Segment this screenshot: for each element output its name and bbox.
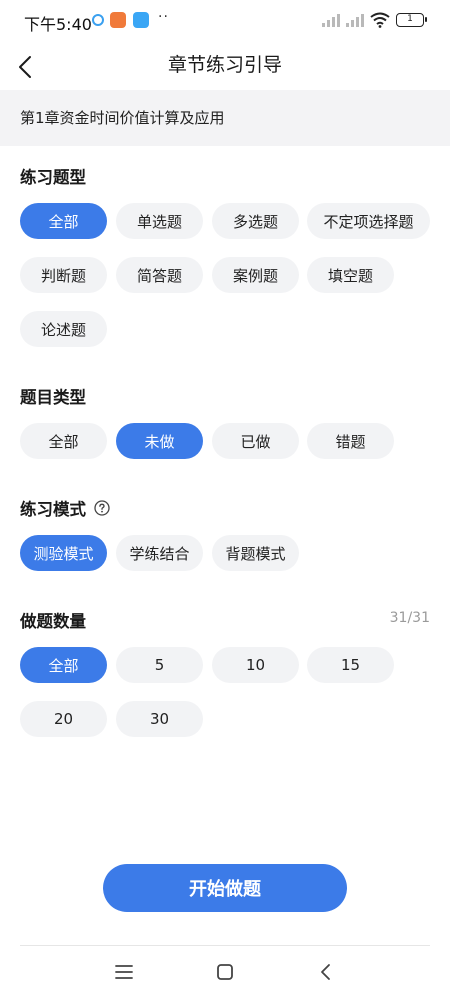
section-label: 练习模式 bbox=[20, 500, 86, 519]
app-notification-icon bbox=[110, 12, 126, 28]
status-bar: 下午5:40 ·· 1 bbox=[0, 0, 450, 44]
nav-divider bbox=[20, 945, 430, 946]
signal-icon bbox=[322, 13, 340, 27]
chip-count-15[interactable]: 15 bbox=[307, 647, 394, 683]
question-count-indicator: 31/31 bbox=[389, 610, 430, 626]
chip-count-5[interactable]: 5 bbox=[116, 647, 203, 683]
battery-icon: 1 bbox=[396, 13, 427, 27]
header: 章节练习引导 bbox=[0, 44, 450, 90]
signal-icon bbox=[346, 13, 364, 27]
chip-count-20[interactable]: 20 bbox=[20, 701, 107, 737]
home-icon[interactable] bbox=[215, 962, 235, 982]
chip-question-type-judgment[interactable]: 判断题 bbox=[20, 257, 107, 293]
chip-mode-quiz[interactable]: 测验模式 bbox=[20, 535, 107, 571]
chip-status-done[interactable]: 已做 bbox=[212, 423, 299, 459]
question-circle-icon[interactable] bbox=[94, 500, 110, 516]
page-title: 章节练习引导 bbox=[167, 54, 282, 76]
section-title-question-status: 题目类型 bbox=[20, 384, 86, 408]
chip-status-all[interactable]: 全部 bbox=[20, 423, 107, 459]
chip-question-type-all[interactable]: 全部 bbox=[20, 203, 107, 239]
chip-question-type-essay[interactable]: 论述题 bbox=[20, 311, 107, 347]
chip-question-type-case[interactable]: 案例题 bbox=[212, 257, 299, 293]
section-label: 做题数量 bbox=[20, 612, 86, 631]
status-more-dots: ·· bbox=[158, 9, 169, 25]
chip-mode-learn-practice[interactable]: 学练结合 bbox=[116, 535, 203, 571]
section-label: 题目类型 bbox=[20, 388, 86, 407]
chapter-title: 第1章资金时间价值计算及应用 bbox=[20, 109, 225, 127]
menu-icon[interactable] bbox=[114, 962, 134, 982]
chip-question-type-multiple[interactable]: 多选题 bbox=[212, 203, 299, 239]
chip-count-all[interactable]: 全部 bbox=[20, 647, 107, 683]
section-title-question-count: 做题数量 bbox=[20, 608, 86, 632]
chip-question-type-single[interactable]: 单选题 bbox=[116, 203, 203, 239]
back-icon[interactable] bbox=[316, 962, 336, 982]
chip-question-type-indefinite[interactable]: 不定项选择题 bbox=[307, 203, 430, 239]
section-title-question-type: 练习题型 bbox=[20, 164, 86, 188]
chip-status-undone[interactable]: 未做 bbox=[116, 423, 203, 459]
chip-count-30[interactable]: 30 bbox=[116, 701, 203, 737]
app-notification-icon bbox=[133, 12, 149, 28]
chip-status-wrong[interactable]: 错题 bbox=[307, 423, 394, 459]
app-notification-icon bbox=[92, 14, 104, 26]
status-indicators: 1 bbox=[322, 12, 427, 28]
chip-question-type-short-answer[interactable]: 简答题 bbox=[116, 257, 203, 293]
section-title-practice-mode: 练习模式 bbox=[20, 496, 110, 520]
chapter-banner: 第1章资金时间价值计算及应用 bbox=[0, 90, 450, 146]
status-time: 下午5:40 bbox=[24, 15, 92, 34]
chip-question-type-fill-blank[interactable]: 填空题 bbox=[307, 257, 394, 293]
wifi-icon bbox=[370, 12, 390, 28]
section-label: 练习题型 bbox=[20, 168, 86, 187]
chip-count-10[interactable]: 10 bbox=[212, 647, 299, 683]
start-practice-button[interactable]: 开始做题 bbox=[103, 864, 347, 912]
chip-mode-memorize[interactable]: 背题模式 bbox=[212, 535, 299, 571]
